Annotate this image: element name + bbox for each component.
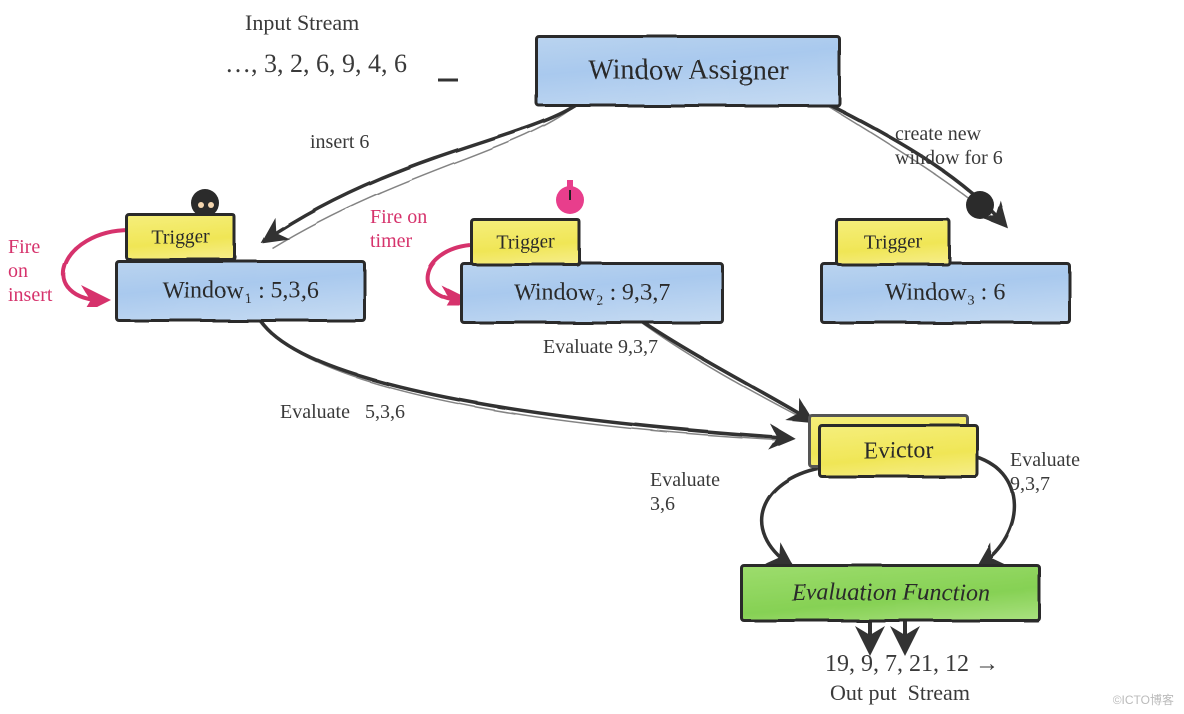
evictor-box: Evictor (818, 424, 979, 478)
fire-on-timer-label: Fire on timer (370, 205, 427, 253)
window2-box: Window₂ : 9,3,7 (460, 262, 724, 324)
window2-label: Window₂ : 9,3,7 (463, 265, 721, 321)
input-stream-title: Input Stream (245, 10, 359, 36)
input-stream-values: …, 3, 2, 6, 9, 4, 6 (225, 48, 407, 79)
evaluation-function-label: Evaluation Function (743, 567, 1038, 619)
trigger1-label: Trigger (128, 216, 233, 258)
edge-create-new-label: create new window for 6 (895, 122, 1003, 170)
watermark: ©ICTO博客 (1113, 691, 1174, 708)
evaluate-36: Evaluate 3,6 (650, 468, 720, 516)
evaluate-536: Evaluate 5,3,6 (280, 400, 405, 424)
trigger2-label: Trigger (473, 221, 578, 263)
output-title: Out put Stream (830, 680, 970, 706)
diagram-canvas: Input Stream …, 3, 2, 6, 9, 4, 6 Window … (0, 0, 1184, 714)
edge-insert6-label: insert 6 (310, 130, 369, 154)
trigger3-box: Trigger (835, 218, 951, 266)
evaluate-937-right: Evaluate 9,3,7 (1010, 448, 1080, 496)
evictor-label: Evictor (821, 427, 976, 475)
window1-box: Window₁ : 5,3,6 (115, 260, 366, 322)
window1-label: Window₁ : 5,3,6 (118, 263, 363, 319)
evaluation-function-box: Evaluation Function (740, 564, 1041, 622)
evaluate-937-top: Evaluate 9,3,7 (543, 335, 658, 359)
trigger3-label: Trigger (838, 221, 948, 263)
output-values: 19, 9, 7, 21, 12 → (825, 650, 999, 679)
window3-label: Window₃ : 6 (823, 265, 1068, 321)
trigger2-box: Trigger (470, 218, 581, 266)
window-assigner-box: Window Assigner (535, 35, 841, 107)
window3-box: Window₃ : 6 (820, 262, 1071, 324)
trigger1-box: Trigger (125, 213, 236, 261)
window-assigner-label: Window Assigner (538, 38, 838, 104)
fire-on-insert-label: Fire on insert (8, 235, 52, 307)
